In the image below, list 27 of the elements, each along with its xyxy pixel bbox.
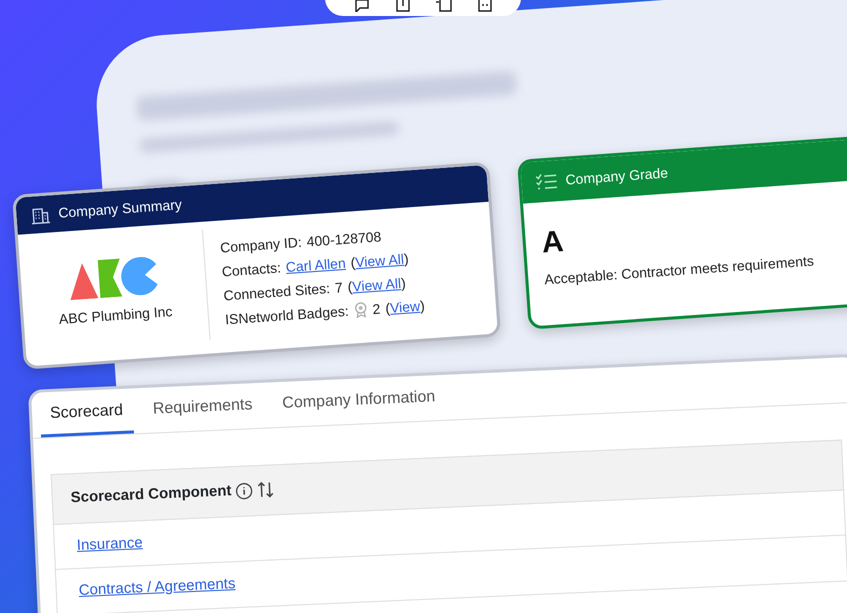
field-value: 400-128708	[306, 226, 382, 252]
view-link[interactable]: View All	[352, 274, 402, 294]
comment-icon[interactable]	[354, 0, 370, 12]
view-link[interactable]: View All	[354, 250, 404, 270]
parenthesis: (	[350, 254, 356, 270]
card-title: Company Summary	[58, 195, 183, 223]
parenthesis: (	[384, 299, 391, 316]
info-icon[interactable]	[235, 482, 253, 500]
tab[interactable]: Company Information	[271, 374, 446, 428]
sort-icon[interactable]	[256, 480, 275, 500]
tab[interactable]: Scorecard	[39, 388, 134, 438]
field-label: Contacts:	[221, 258, 282, 282]
company-name: ABC Plumbing Inc	[58, 302, 174, 328]
component-link[interactable]: Insurance	[76, 534, 143, 554]
parenthesis: )	[419, 297, 426, 314]
badge-icon	[353, 302, 368, 318]
card-title: Company Grade	[564, 164, 669, 190]
view-link[interactable]: View	[389, 297, 421, 316]
parenthesis: )	[400, 274, 406, 291]
field-value: 7	[334, 278, 344, 298]
checklist-icon	[534, 172, 558, 192]
parenthesis: (	[347, 278, 353, 294]
column-header: Scorecard Component	[70, 481, 232, 508]
field-value: 2	[372, 299, 382, 319]
parenthesis: )	[403, 250, 410, 266]
tab[interactable]: Requirements	[142, 382, 264, 433]
component-link[interactable]: Contracts / Agreements	[78, 575, 236, 599]
